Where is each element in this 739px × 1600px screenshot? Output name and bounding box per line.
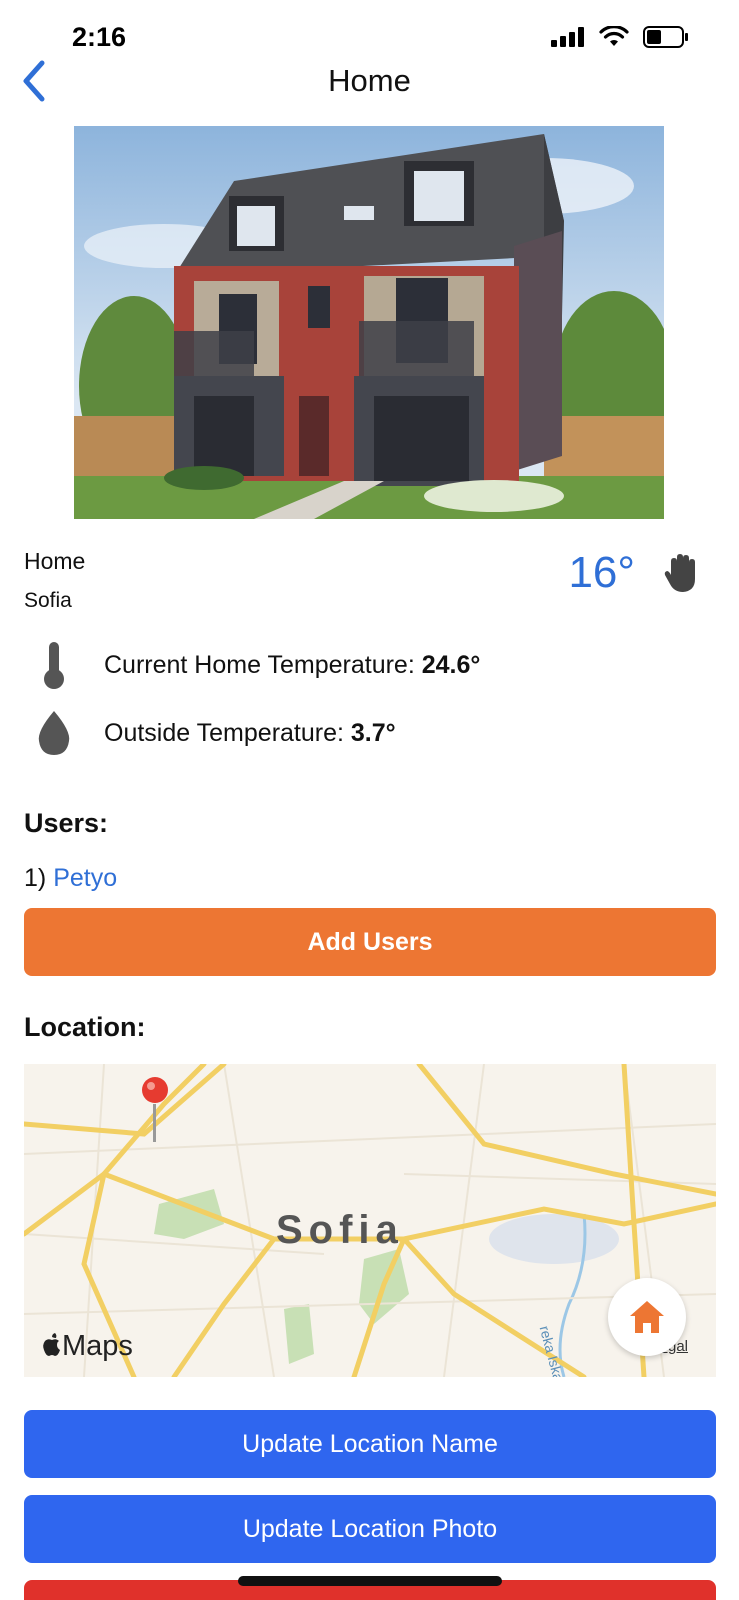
battery-icon [643,26,688,48]
navigation-bar: Home [0,55,739,111]
home-icon [630,1301,664,1333]
house-illustration [74,126,664,519]
wifi-icon [599,26,629,46]
status-time: 2:16 [72,22,127,52]
cellular-signal-icon [551,27,584,47]
apple-maps-brand: Maps [42,1330,133,1363]
location-title: Location: [24,1012,146,1042]
user-list-item: 1) Petyo [24,864,117,893]
current-temperature-value: 24.6° [421,650,481,679]
location-map[interactable]: Sofia reka Iskar Maps Legal [24,1064,716,1377]
status-icons [551,26,689,48]
users-title: Users: [24,808,109,838]
status-bar: 2:16 [0,0,739,62]
update-location-photo-button[interactable]: Update Location Photo [24,1495,716,1563]
hand-wave-icon [661,551,705,595]
current-temperature-row: Current Home Temperature: 24.6° [30,640,710,690]
outside-temperature-row: Outside Temperature: 3.7° [30,708,710,758]
map-city-label: Sofia [276,1208,404,1252]
page-title: Home [328,63,411,98]
home-name: Home [24,548,86,574]
weather-temperature: 16° [568,548,635,597]
update-location-name-button[interactable]: Update Location Name [24,1410,716,1478]
current-temperature-text: Current Home Temperature: 24.6° [104,651,480,680]
outside-temperature-text: Outside Temperature: 3.7° [104,719,396,748]
drop-icon [30,708,78,758]
home-city: Sofia [24,589,72,612]
add-users-button[interactable]: Add Users [24,908,716,976]
home-photo[interactable] [74,126,664,519]
user-index: 1) [24,864,47,892]
home-indicator [238,1576,502,1586]
apple-logo-icon [43,1333,60,1356]
outside-temperature-label: Outside Temperature: [104,718,351,747]
thermometer-icon [30,640,78,690]
outside-temperature-value: 3.7° [350,718,396,747]
maps-brand-text: Maps [62,1330,133,1362]
user-link-petyo[interactable]: Petyo [53,864,117,892]
current-temperature-label: Current Home Temperature: [104,650,422,679]
recenter-home-button[interactable] [608,1278,686,1356]
